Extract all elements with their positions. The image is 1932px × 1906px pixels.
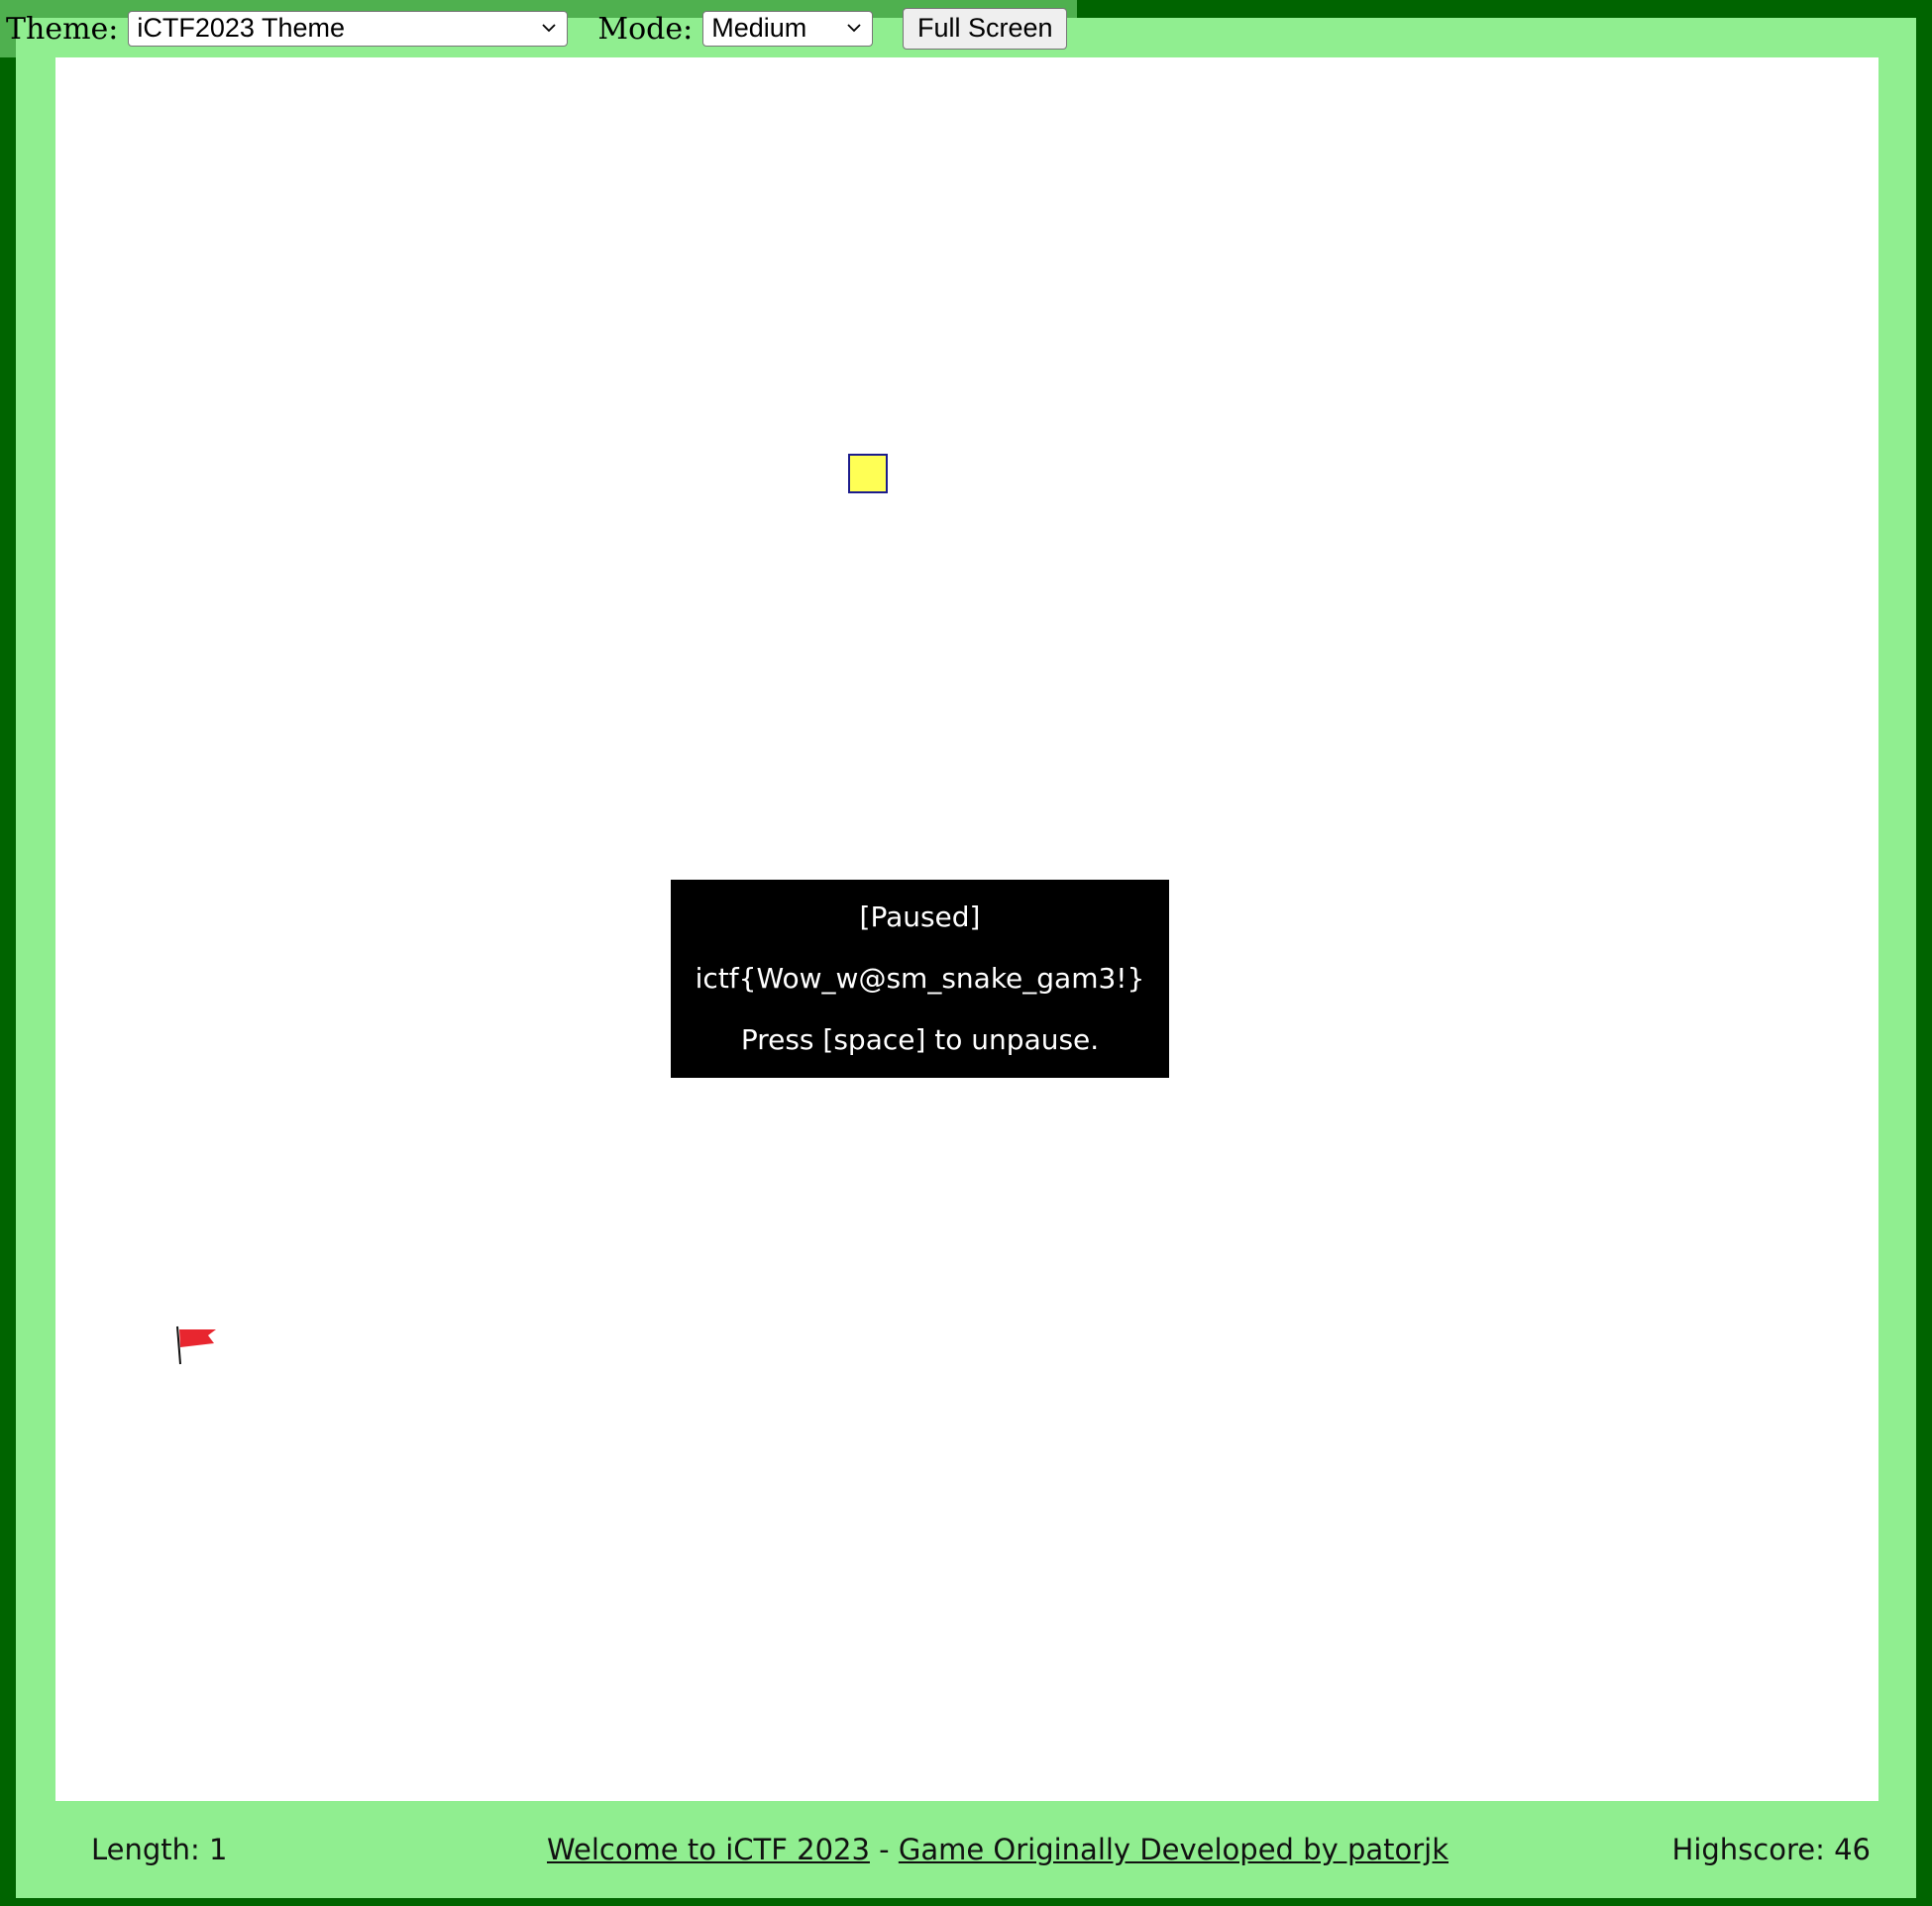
theme-label: Theme: <box>6 11 119 47</box>
settings-toolbar: Theme: iCTF2023 Theme Mode: Medium Full … <box>0 0 1078 57</box>
chevron-down-icon <box>542 24 557 33</box>
chevron-down-icon <box>847 24 861 33</box>
mode-select[interactable]: Medium <box>702 11 874 47</box>
footer: Length: 1 Welcome to iCTF 2023 - Game Or… <box>16 1801 1916 1898</box>
mode-select-value: Medium <box>711 13 807 43</box>
pause-title: [Paused] <box>859 900 981 933</box>
snake-head <box>848 454 888 493</box>
length-counter: Length: 1 <box>91 1833 228 1866</box>
highscore-counter: Highscore: 46 <box>1671 1833 1871 1866</box>
theme-select[interactable]: iCTF2023 Theme <box>128 11 569 47</box>
full-screen-button[interactable]: Full Screen <box>903 8 1068 50</box>
mode-label: Mode: <box>597 11 694 47</box>
credits-separator: - <box>869 1833 899 1866</box>
credit-link[interactable]: Game Originally Developed by patorjk <box>899 1833 1449 1866</box>
welcome-link[interactable]: Welcome to iCTF 2023 <box>547 1833 870 1866</box>
pause-hint: Press [space] to unpause. <box>740 1023 1100 1056</box>
theme-select-value: iCTF2023 Theme <box>137 13 345 43</box>
red-flag-icon <box>176 1325 216 1365</box>
pause-flag-text: ictf{Wow_w@sm_snake_gam3!} <box>695 962 1145 995</box>
credits: Welcome to iCTF 2023 - Game Originally D… <box>547 1833 1449 1866</box>
pause-dialog: [Paused] ictf{Wow_w@sm_snake_gam3!} Pres… <box>671 880 1169 1078</box>
